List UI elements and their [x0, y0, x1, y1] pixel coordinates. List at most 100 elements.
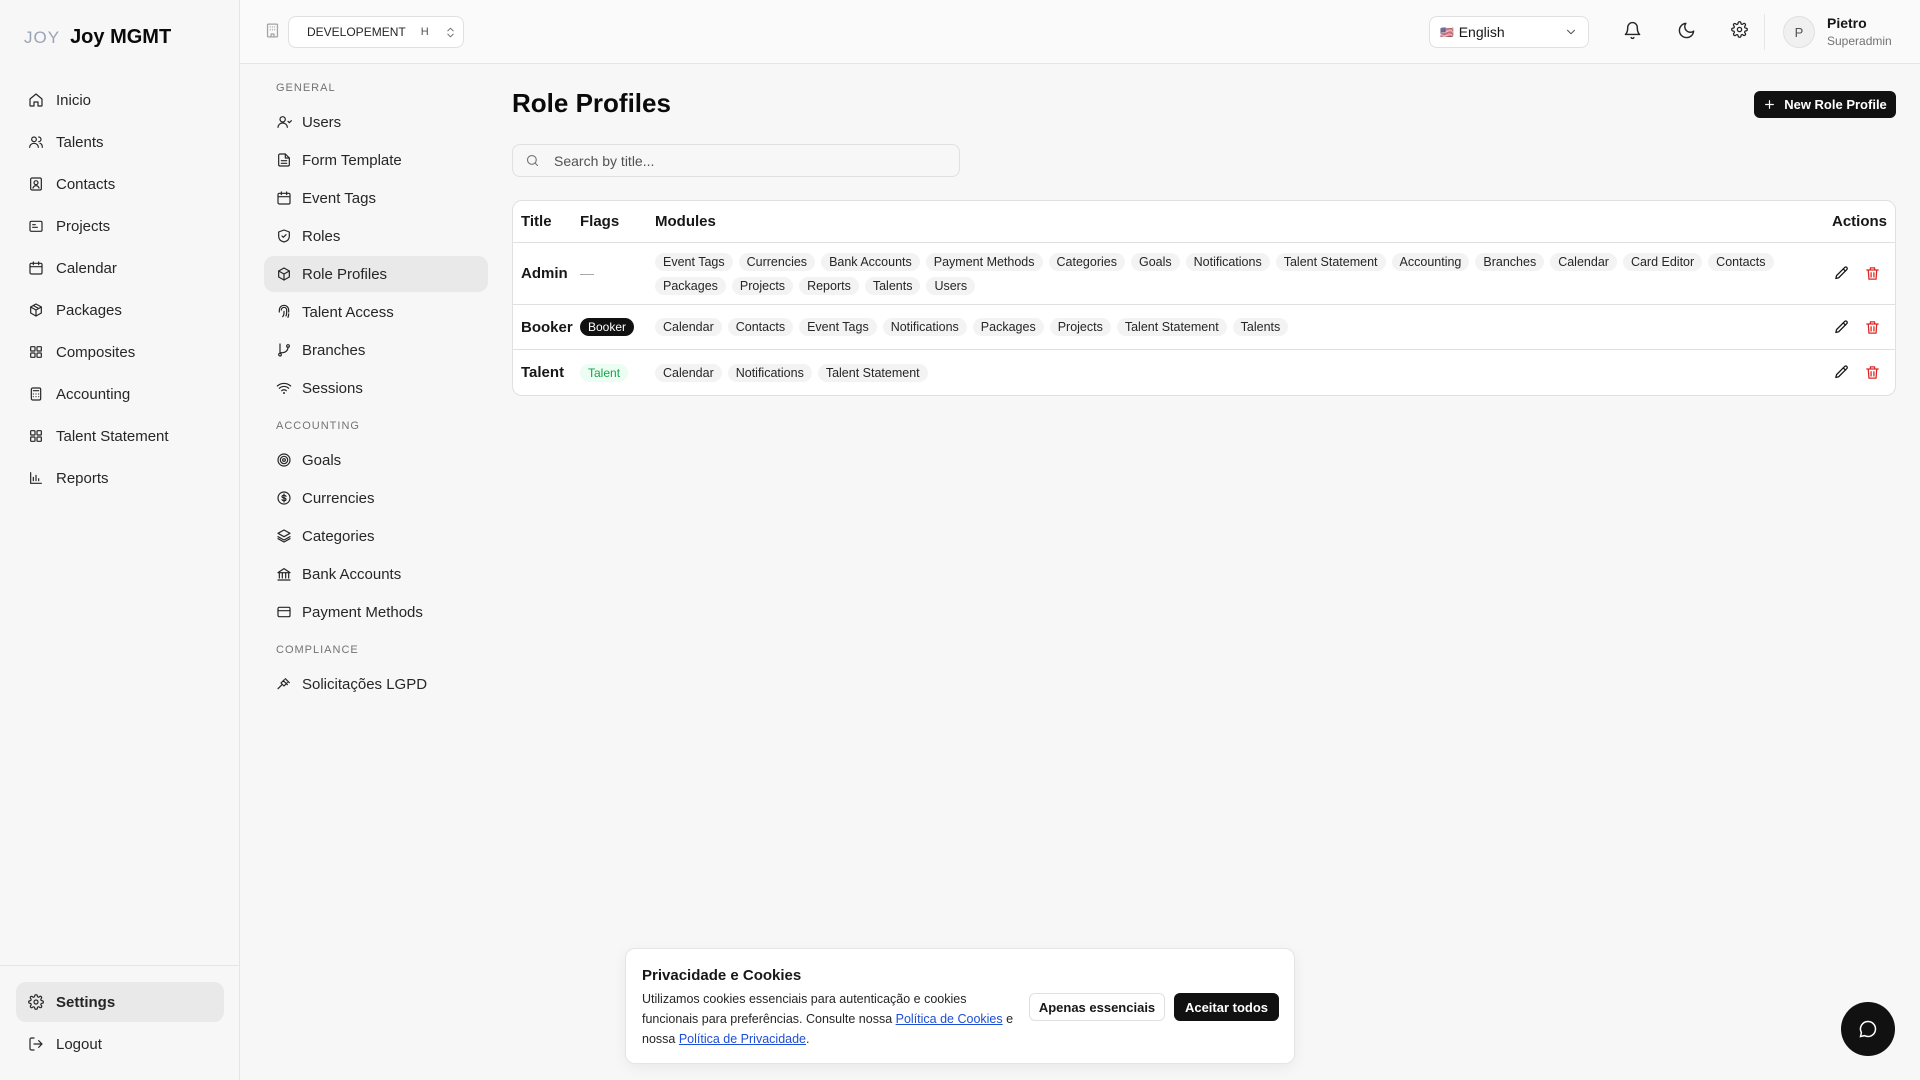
nav-item-talents[interactable]: Talents — [16, 122, 224, 162]
subnav-item-bank-accounts[interactable]: Bank Accounts — [264, 556, 488, 592]
subnav-item-label: Currencies — [302, 489, 375, 507]
table-row[interactable]: Booker Booker Calendar Contacts Event Tags No… — [513, 305, 1895, 350]
gear-icon — [28, 994, 44, 1010]
table-row[interactable]: Admin — Event Tags Currencies Bank Accounts P… — [513, 243, 1895, 305]
module-chip: Calendar — [655, 318, 722, 336]
subnav-item-users[interactable]: Users — [264, 104, 488, 140]
git-branch-icon — [276, 342, 292, 358]
essential-only-button[interactable]: Apenas essenciais — [1029, 993, 1165, 1021]
nav-item-inicio[interactable]: Inicio — [16, 80, 224, 120]
nav-item-contacts[interactable]: Contacts — [16, 164, 224, 204]
shield-check-icon — [276, 228, 292, 244]
user-icon — [276, 114, 292, 130]
nav-item-label: Calendar — [56, 259, 117, 277]
trash-icon[interactable] — [1864, 265, 1881, 282]
subnav-item-label: Bank Accounts — [302, 565, 402, 583]
module-chip: Talents — [864, 276, 921, 295]
role-profiles-table: Title Flags Modules Actions Admin — Event … — [512, 200, 1896, 396]
subnav-item-label: Payment Methods — [302, 603, 423, 621]
trash-icon[interactable] — [1864, 319, 1881, 336]
chat-button[interactable] — [1841, 1002, 1895, 1056]
subnav-item-label: Role Profiles — [302, 265, 388, 283]
nav-item-logout[interactable]: Logout — [16, 1024, 224, 1064]
table-header: Title Flags Modules Actions — [513, 201, 1895, 243]
grid-icon — [28, 344, 44, 360]
nav-item-composites[interactable]: Composites — [16, 332, 224, 372]
module-chip: Contacts — [1708, 252, 1774, 271]
avatar[interactable]: P — [1783, 16, 1815, 48]
package-icon — [28, 302, 44, 318]
folder-icon — [28, 218, 44, 234]
nav-item-reports[interactable]: Reports — [16, 458, 224, 498]
main-nav: Inicio Talents Contacts Projects Calenda… — [16, 80, 224, 500]
subnav-item-solicitacoes-lgpd[interactable]: Solicitações LGPD — [264, 666, 488, 702]
grid-icon — [28, 428, 44, 444]
module-chip: Talents — [1232, 318, 1289, 336]
module-chip: Talent Statement — [1116, 318, 1227, 336]
new-role-profile-button[interactable]: New Role Profile — [1754, 91, 1896, 118]
edit-icon[interactable] — [1833, 265, 1850, 282]
file-text-icon — [276, 152, 292, 168]
topbar: DEVELOPEMENT H 🇺🇸 English P Pietro Super… — [240, 0, 1920, 64]
module-chip: Payment Methods — [925, 252, 1043, 271]
subnav-item-branches[interactable]: Branches — [264, 332, 488, 368]
subnav-item-label: Users — [302, 113, 342, 131]
bell-icon[interactable] — [1623, 21, 1642, 40]
nav-item-talent-statement[interactable]: Talent Statement — [16, 416, 224, 456]
gear-icon[interactable] — [1731, 21, 1748, 38]
nav-item-packages[interactable]: Packages — [16, 290, 224, 330]
nav-item-label: Packages — [56, 301, 122, 319]
nav-item-label: Projects — [56, 217, 111, 235]
moon-icon[interactable] — [1677, 21, 1696, 40]
nav-item-settings[interactable]: Settings — [16, 982, 224, 1022]
subnav-item-currencies[interactable]: Currencies — [264, 480, 488, 516]
subnav-item-categories[interactable]: Categories — [264, 518, 488, 554]
subnav-item-role-profiles[interactable]: Role Profiles — [264, 256, 488, 292]
module-chip: Talent Statement — [1275, 252, 1386, 271]
subnav-item-event-tags[interactable]: Event Tags — [264, 180, 488, 216]
us-flag-icon: 🇺🇸 — [1440, 26, 1454, 39]
column-header-actions: Actions — [1831, 213, 1887, 230]
nav-item-label: Settings — [56, 993, 116, 1011]
accept-all-button[interactable]: Aceitar todos — [1174, 993, 1279, 1021]
wifi-icon — [276, 380, 292, 396]
fingerprint-icon — [276, 304, 292, 320]
subnav-item-payment-methods[interactable]: Payment Methods — [264, 594, 488, 630]
module-chip: Notifications — [727, 363, 812, 382]
nav-item-projects[interactable]: Projects — [16, 206, 224, 246]
edit-icon[interactable] — [1833, 319, 1850, 336]
subnav-item-goals[interactable]: Goals — [264, 442, 488, 478]
topbar-separator — [1764, 14, 1765, 50]
language-select[interactable]: 🇺🇸 English — [1429, 16, 1589, 48]
cookie-policy-link[interactable]: Política de Cookies — [896, 1012, 1003, 1026]
nav-item-calendar[interactable]: Calendar — [16, 248, 224, 288]
trash-icon[interactable] — [1864, 364, 1881, 381]
subnav-item-form-template[interactable]: Form Template — [264, 142, 488, 178]
search-icon — [525, 153, 540, 168]
table-row[interactable]: Talent Talent Calendar Notifications Talent … — [513, 350, 1895, 395]
edit-icon[interactable] — [1833, 364, 1850, 381]
row-flags: — — [580, 265, 655, 283]
privacy-policy-link[interactable]: Política de Privacidade — [679, 1032, 806, 1046]
search-input[interactable] — [554, 152, 934, 169]
home-icon — [28, 92, 44, 108]
row-modules: Event Tags Currencies Bank Accounts Payment… — [655, 244, 1805, 304]
subnav-item-label: Roles — [302, 227, 341, 245]
column-header-title[interactable]: Title — [513, 213, 580, 230]
environment-select[interactable]: DEVELOPEMENT H — [288, 16, 464, 48]
nav-item-accounting[interactable]: Accounting — [16, 374, 224, 414]
column-header-flags[interactable]: Flags — [580, 213, 655, 230]
search-field — [512, 144, 960, 177]
cookie-banner: Privacidade e Cookies Utilizamos cookies… — [625, 948, 1295, 1064]
brand[interactable]: JOY Joy MGMT — [24, 26, 171, 49]
subnav-item-talent-access[interactable]: Talent Access — [264, 294, 488, 330]
module-chip: Accounting — [1391, 252, 1470, 271]
empty-flag: — — [580, 264, 594, 281]
subnav-item-roles[interactable]: Roles — [264, 218, 488, 254]
subnav-item-label: Form Template — [302, 151, 402, 169]
column-header-modules[interactable]: Modules — [655, 213, 1805, 230]
user-name[interactable]: Pietro — [1827, 15, 1867, 31]
layers-icon — [276, 528, 292, 544]
subnav-item-sessions[interactable]: Sessions — [264, 370, 488, 406]
brand-name: Joy MGMT — [70, 26, 172, 48]
